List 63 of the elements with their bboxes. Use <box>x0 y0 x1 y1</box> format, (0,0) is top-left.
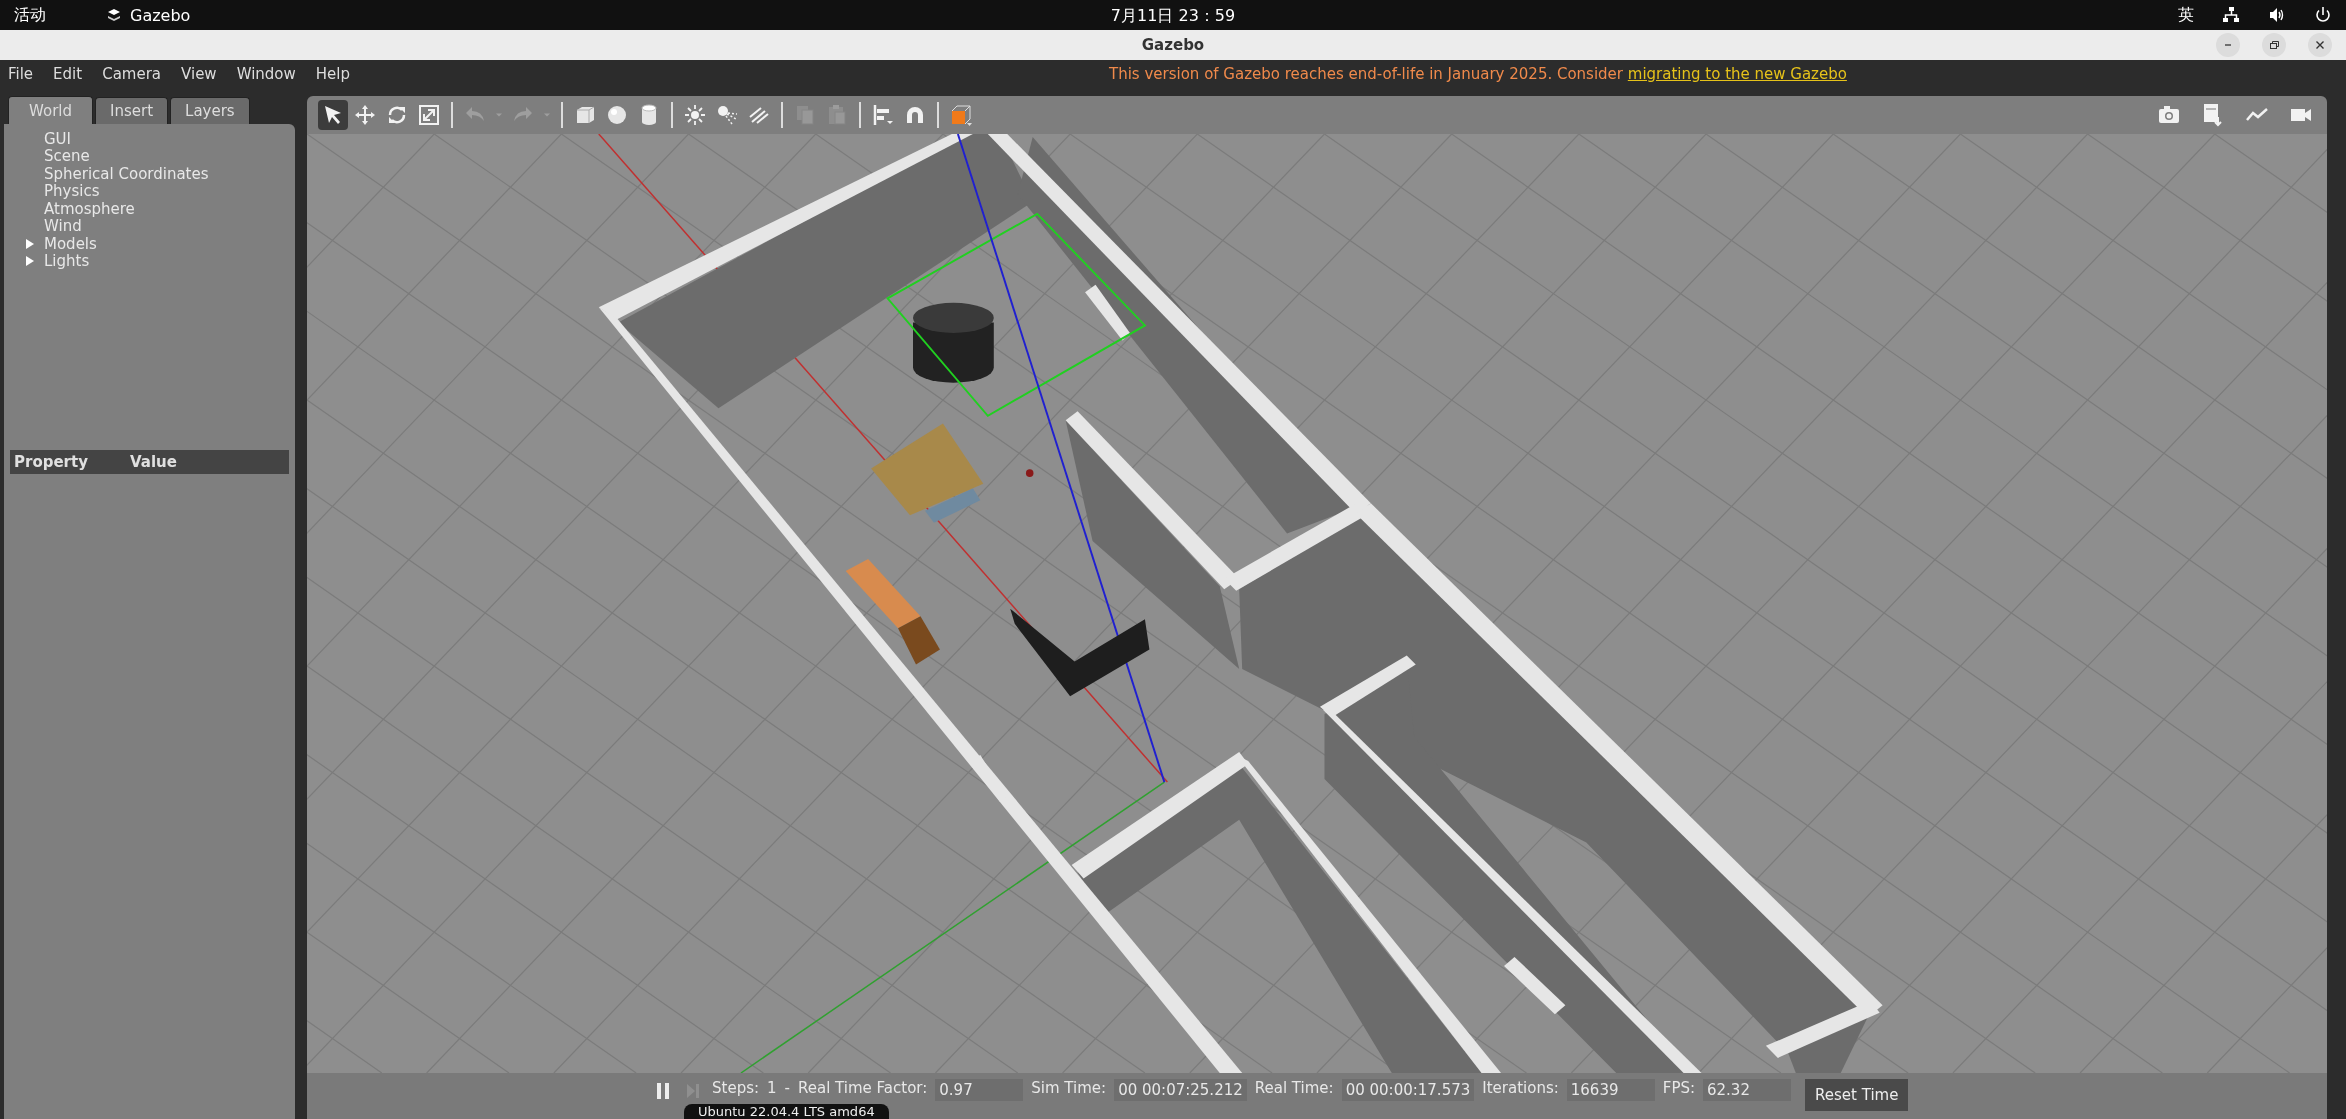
panel-tab[interactable]: Layers <box>170 97 250 124</box>
tree-item[interactable]: Models <box>44 234 97 253</box>
field-label: Sim Time: <box>1031 1079 1107 1097</box>
tree-item[interactable]: Scene <box>44 147 90 166</box>
minimize-button[interactable] <box>2216 33 2240 57</box>
volume-icon[interactable] <box>2268 6 2286 24</box>
menu-item[interactable]: Help <box>315 65 350 83</box>
tree-item[interactable]: Lights <box>44 252 90 271</box>
tree-item[interactable]: Spherical Coordinates <box>44 164 209 183</box>
collapsed-arrow-icon[interactable] <box>26 256 34 267</box>
steps-spin-button[interactable]: - <box>784 1079 790 1097</box>
app-name[interactable]: Gazebo <box>130 5 191 25</box>
pause-icon <box>654 1081 672 1101</box>
panel-tab[interactable]: Insert <box>95 97 169 124</box>
menu-item[interactable]: View <box>181 65 217 83</box>
migration-link[interactable]: migrating to the new Gazebo <box>1627 65 1847 83</box>
spotlight-icon <box>715 103 739 127</box>
field-label: Real Time Factor: <box>798 1079 928 1097</box>
align-bars-icon <box>871 103 895 127</box>
close-icon <box>2315 40 2325 50</box>
collapsed-arrow-icon[interactable] <box>26 238 34 249</box>
field-label: Real Time: <box>1254 1079 1334 1097</box>
readout-field: 00 00:07:25.212 <box>1114 1079 1247 1101</box>
clock[interactable]: 7月11日 23：59 <box>1110 6 1236 25</box>
column-header: Value <box>130 453 177 471</box>
minimize-icon <box>2224 44 2232 46</box>
menu-item[interactable]: Edit <box>53 65 83 83</box>
close-button[interactable] <box>2308 33 2332 57</box>
solid-cube-icon <box>949 103 973 127</box>
readout-field: 00 00:00:17.573 <box>1341 1079 1475 1101</box>
deprecation-notice: This version of Gazebo reaches end-of-life in January 2025. Consider migrating to the new Gazebo <box>1109 65 1847 83</box>
panel-tab[interactable]: World <box>8 96 93 124</box>
tree-item[interactable]: Physics <box>44 182 100 201</box>
column-header: Property <box>13 453 89 471</box>
readout-field: 62.32 <box>1703 1079 1791 1101</box>
readout-field: 0.97 <box>935 1079 1024 1101</box>
restore-button[interactable] <box>2262 33 2286 57</box>
log-download-icon <box>2201 103 2225 127</box>
readout-field: 16639 <box>1566 1079 1655 1101</box>
app-icon <box>106 7 122 23</box>
menu-item[interactable]: Camera <box>102 65 162 83</box>
restore-icon <box>2269 40 2279 50</box>
field-label: FPS: <box>1662 1079 1695 1097</box>
window-title: Gazebo <box>1141 36 1205 54</box>
scale-arrows-icon <box>417 103 441 127</box>
move-arrows-icon <box>353 103 377 127</box>
menu-item[interactable]: File <box>8 65 34 83</box>
network-icon[interactable] <box>2222 6 2240 24</box>
tree-item[interactable]: Wind <box>44 217 82 236</box>
activities-button[interactable]: 活动 <box>14 4 46 26</box>
steps-value[interactable]: 1 <box>767 1079 777 1097</box>
tree-item[interactable]: Atmosphere <box>44 199 135 218</box>
select-tool-button[interactable] <box>318 100 348 130</box>
reset-time-button[interactable]: Reset Time <box>1805 1079 1909 1111</box>
field-label: Iterations: <box>1482 1079 1559 1097</box>
menu-item[interactable]: Window <box>236 65 296 83</box>
tooltip: Ubuntu 22.04.4 LTS amd64 <box>684 1104 889 1119</box>
sun-icon <box>683 103 707 127</box>
sphere-icon <box>605 103 629 127</box>
input-method-indicator[interactable]: 英 <box>2178 4 2194 26</box>
tree-item[interactable]: GUI <box>44 129 72 148</box>
steps-label: Steps: <box>712 1079 760 1097</box>
power-icon[interactable] <box>2314 6 2332 24</box>
